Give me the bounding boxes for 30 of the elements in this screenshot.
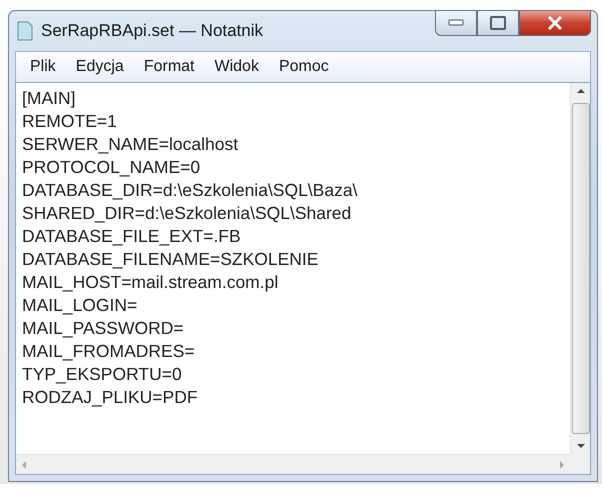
text-line: REMOTE=1 [22,110,118,133]
minimize-icon [448,19,464,27]
text-line: PROTOCOL_NAME=0 [22,156,202,179]
text-editor[interactable] [15,82,591,475]
text-line: DATABASE_DIR=d:\eSzkolenia\SQL\Baza\ [22,179,358,202]
text-line: RODZAJ_PLIKU=PDF [22,386,199,409]
menu-item[interactable]: Plik [22,56,64,78]
text-line: MAIL_PASSWORD= [22,317,185,340]
window-title: SerRapRBApi.set — Notatnik [41,21,264,41]
menu-item[interactable]: Format [136,56,202,78]
text-line: TYP_EKSPORTU=0 [22,363,183,386]
text-line: DATABASE_FILE_EXT=.FB [22,225,242,248]
vertical-scrollbar[interactable] [570,83,590,454]
close-button[interactable] [519,10,591,36]
menu-item[interactable]: Pomoc [270,56,337,78]
menu-item[interactable]: Widok [206,56,267,78]
close-icon [546,16,564,30]
text-line: MAIL_HOST=mail.stream.com.pl [22,271,280,294]
text-line: MAIL_LOGIN= [22,294,138,317]
menu-item[interactable]: Edycja [68,56,132,78]
text-line: SHARED_DIR=d:\eSzkolenia\SQL\Shared [22,202,352,225]
minimize-button[interactable] [435,10,477,36]
text-line: MAIL_FROMADRES= [22,340,196,363]
scrollbar-thumb[interactable] [572,103,590,434]
document-icon [17,21,33,41]
text-line: DATABASE_FILENAME=SZKOLENIE [22,248,320,271]
maximize-button[interactable] [477,10,519,36]
text-line: [MAIN] [22,87,76,110]
text-line: SERWER_NAME=localhost [22,133,240,156]
maximize-icon [490,16,506,30]
